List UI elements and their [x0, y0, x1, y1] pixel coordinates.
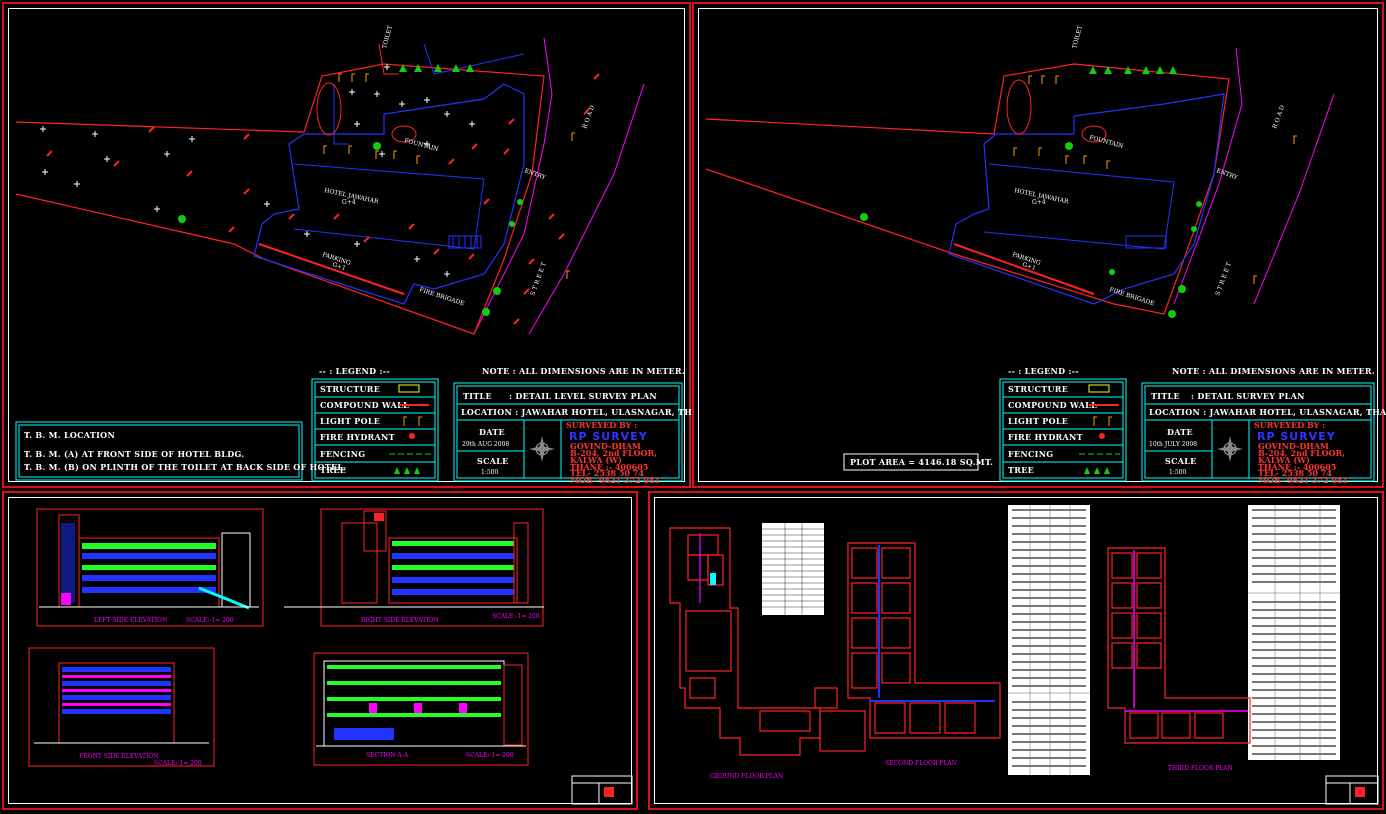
third-floor-title: THIRD FLOOR PLAN	[1168, 765, 1233, 772]
toilet-label: TOILET	[1071, 25, 1084, 50]
scale-value: 1:500	[1169, 469, 1186, 476]
hotel-floors: G+4	[1032, 199, 1046, 206]
address-line: MOB- 9821 372 081	[570, 475, 660, 485]
legend-light-pole: LIGHT POLE	[320, 416, 380, 426]
location: LOCATION : JAWAHAR HOTEL, ULASNAGAR, THA…	[461, 407, 693, 417]
schedule-tables	[1008, 505, 1340, 775]
address-line: MOB- 9821 372 081	[1258, 475, 1348, 485]
title-value: : DETAIL SURVEY PLAN	[1191, 391, 1305, 401]
street-label: S T R E E T	[1214, 261, 1233, 296]
second-floor-title: SECOND FLOOR PLAN	[885, 760, 957, 767]
scale-label: SCALE	[1165, 456, 1197, 466]
tbm-title: T. B. M. LOCATION	[24, 430, 115, 440]
scale-value: 1:500	[481, 469, 498, 476]
legend-fencing: FENCING	[1008, 449, 1053, 459]
north-arrow-icon	[529, 436, 555, 462]
sheet-level-survey-plan: HOTEL JAWAHAR G+4 PARKING G+1 FIRE BRIGA…	[2, 2, 691, 488]
legend-fencing: FENCING	[320, 449, 365, 459]
detail-survey-drawing: HOTEL JAWAHAR G+4 PARKING G+1 FIRE BRIGA…	[694, 4, 1386, 490]
surveyed-by: SURVEYED BY :	[566, 420, 637, 430]
legend-panel-1: -- : LEGEND :-- NOTE : ALL DIMENSIONS AR…	[4, 4, 693, 490]
left-elevation-scale: SCALE:-1= 200	[186, 617, 234, 624]
legend-compound-wall: COMPOUND WALL	[1008, 400, 1097, 410]
date-value: 29th AUG 2008	[462, 441, 509, 448]
left-elevation-title: LEFT SIDE ELEVATION	[94, 617, 167, 624]
date-label: DATE	[1167, 427, 1193, 437]
sheet-detail-survey-plan: HOTEL JAWAHAR G+4 PARKING G+1 FIRE BRIGA…	[692, 2, 1384, 488]
legend-fire-hydrant: FIRE HYDRANT	[320, 432, 395, 442]
area-table	[762, 523, 824, 615]
fountain-label: FOUNTAIN	[1088, 134, 1124, 150]
sheet-elevations: LEFT SIDE ELEVATION SCALE:-1= 200 RIGHT …	[2, 491, 638, 810]
legend-compound-wall: COMPOUND WALL	[320, 400, 409, 410]
tbm-b: T. B. M. (B) ON PLINTH OF THE TOILET AT …	[24, 462, 346, 472]
front-elevation-scale: SCALE:-1= 200	[154, 760, 202, 767]
title-value: : DETAIL LEVEL SURVEY PLAN	[509, 391, 657, 401]
section-scale: SCALE:-1= 200	[466, 752, 514, 759]
right-elevation: RIGHT SIDE ELEVATION SCALE:-1= 200	[284, 509, 544, 626]
date-value: 10th JULY 2008	[1149, 441, 1197, 448]
right-elevation-scale: SCALE:-1= 200	[492, 613, 540, 620]
legend-tree: TREE	[1008, 465, 1034, 475]
dimensions-note: NOTE : ALL DIMENSIONS ARE IN METER.	[1172, 366, 1375, 376]
road-label: R O A D	[1271, 104, 1286, 129]
date-label: DATE	[479, 427, 505, 437]
section-title: SECTION A-A	[366, 752, 409, 759]
floor-plans-drawing: GROUND FLOOR PLAN SECOND FLOO	[650, 493, 1386, 812]
legend-structure: STRUCTURE	[320, 384, 380, 394]
surveyed-by: SURVEYED BY :	[1254, 420, 1325, 430]
ground-floor-title: GROUND FLOOR PLAN	[710, 773, 783, 780]
legend-fire-hydrant: FIRE HYDRANT	[1008, 432, 1083, 442]
section-aa: SECTION A-A SCALE:-1= 200	[314, 653, 528, 765]
tbm-a: T. B. M. (A) AT FRONT SIDE OF HOTEL BLDG…	[24, 449, 244, 459]
front-elevation: FRONT SIDE ELEVATION SCALE:-1= 200	[29, 648, 214, 767]
second-floor-plan	[848, 543, 1000, 738]
third-floor-plan	[1108, 548, 1250, 743]
legend-title: -- : LEGEND :--	[1008, 366, 1079, 376]
right-elevation-title: RIGHT SIDE ELEVATION	[361, 617, 439, 624]
title-label: TITLE	[463, 391, 492, 401]
elevations-drawing: LEFT SIDE ELEVATION SCALE:-1= 200 RIGHT …	[4, 493, 640, 812]
scale-label: SCALE	[477, 456, 509, 466]
legend-structure: STRUCTURE	[1008, 384, 1068, 394]
legend-title: -- : LEGEND :--	[319, 366, 390, 376]
sheet-floor-plans: GROUND FLOOR PLAN SECOND FLOO	[648, 491, 1384, 810]
location: LOCATION : JAWAHAR HOTEL, ULASNAGAR, THA…	[1149, 407, 1386, 417]
north-arrow-icon	[1217, 436, 1243, 462]
left-elevation: LEFT SIDE ELEVATION SCALE:-1= 200	[37, 509, 263, 626]
dimensions-note: NOTE : ALL DIMENSIONS ARE IN METER.	[482, 366, 685, 376]
legend-light-pole: LIGHT POLE	[1008, 416, 1068, 426]
entry-label: ENTRY	[1215, 167, 1239, 181]
title-label: TITLE	[1151, 391, 1180, 401]
front-elevation-title: FRONT SIDE ELEVATION	[79, 753, 159, 760]
plot-area: PLOT AREA = 4146.18 SQ.MT.	[850, 457, 993, 467]
